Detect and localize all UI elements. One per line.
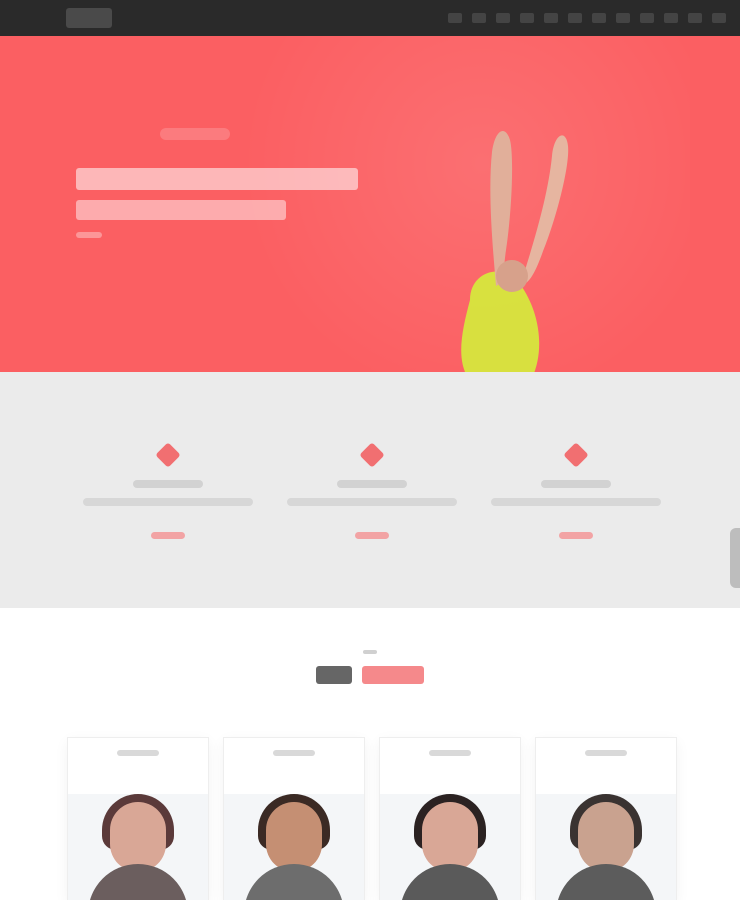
diamond-icon [563, 442, 589, 468]
feature-title [541, 480, 611, 488]
team-member-photo [68, 794, 208, 900]
team-title-dark-word [316, 666, 352, 684]
team-card-caption [117, 750, 159, 756]
diamond-icon [359, 442, 385, 468]
site-logo-text [66, 8, 67, 9]
nav-item-5[interactable] [544, 13, 558, 23]
team-card-4[interactable] [536, 738, 676, 900]
avatar-shoulders [88, 864, 188, 900]
hero-headline-line-1 [76, 168, 358, 190]
team-member-photo [536, 794, 676, 900]
avatar-shoulders [556, 864, 656, 900]
feature-title [133, 480, 203, 488]
hero-kicker [160, 128, 230, 140]
team-member-photo [224, 794, 364, 900]
hero-subtext [76, 232, 102, 238]
nav-item-8[interactable] [616, 13, 630, 23]
nav-item-4[interactable] [520, 13, 534, 23]
team-title [0, 666, 740, 684]
hero-banner [0, 36, 740, 372]
main-navigation [448, 0, 726, 36]
top-navigation-bar [0, 0, 740, 36]
feature-more-link[interactable] [151, 532, 185, 539]
feature-description [83, 498, 253, 506]
team-small-label [363, 650, 377, 654]
feature-more-link[interactable] [559, 532, 593, 539]
nav-item-11[interactable] [688, 13, 702, 23]
avatar-shoulders [400, 864, 500, 900]
team-member-photo [380, 794, 520, 900]
side-tab-handle[interactable] [730, 528, 740, 588]
avatar-face [578, 802, 634, 872]
feature-card-3 [486, 442, 666, 562]
site-logo[interactable] [66, 8, 112, 28]
nav-item-3[interactable] [496, 13, 510, 23]
nav-item-12[interactable] [712, 13, 726, 23]
team-title-accent-word [362, 666, 424, 684]
team-card-3[interactable] [380, 738, 520, 900]
feature-more-link[interactable] [355, 532, 389, 539]
nav-item-7[interactable] [592, 13, 606, 23]
diamond-icon [155, 442, 181, 468]
feature-card-1 [78, 442, 258, 562]
avatar-face [266, 802, 322, 872]
team-card-1[interactable] [68, 738, 208, 900]
nav-item-2[interactable] [472, 13, 486, 23]
team-cards [68, 738, 678, 900]
nav-item-6[interactable] [568, 13, 582, 23]
avatar-face [422, 802, 478, 872]
team-card-caption [273, 750, 315, 756]
nav-item-9[interactable] [640, 13, 654, 23]
team-card-caption [429, 750, 471, 756]
nav-item-1[interactable] [448, 13, 462, 23]
team-heading [0, 650, 740, 684]
feature-card-2 [282, 442, 462, 562]
avatar-shoulders [244, 864, 344, 900]
feature-title [337, 480, 407, 488]
team-card-2[interactable] [224, 738, 364, 900]
nav-item-10[interactable] [664, 13, 678, 23]
features-section [0, 372, 740, 608]
hero-headline-line-2 [76, 200, 286, 220]
avatar-face [110, 802, 166, 872]
team-card-caption [585, 750, 627, 756]
feature-description [491, 498, 661, 506]
feature-description [287, 498, 457, 506]
